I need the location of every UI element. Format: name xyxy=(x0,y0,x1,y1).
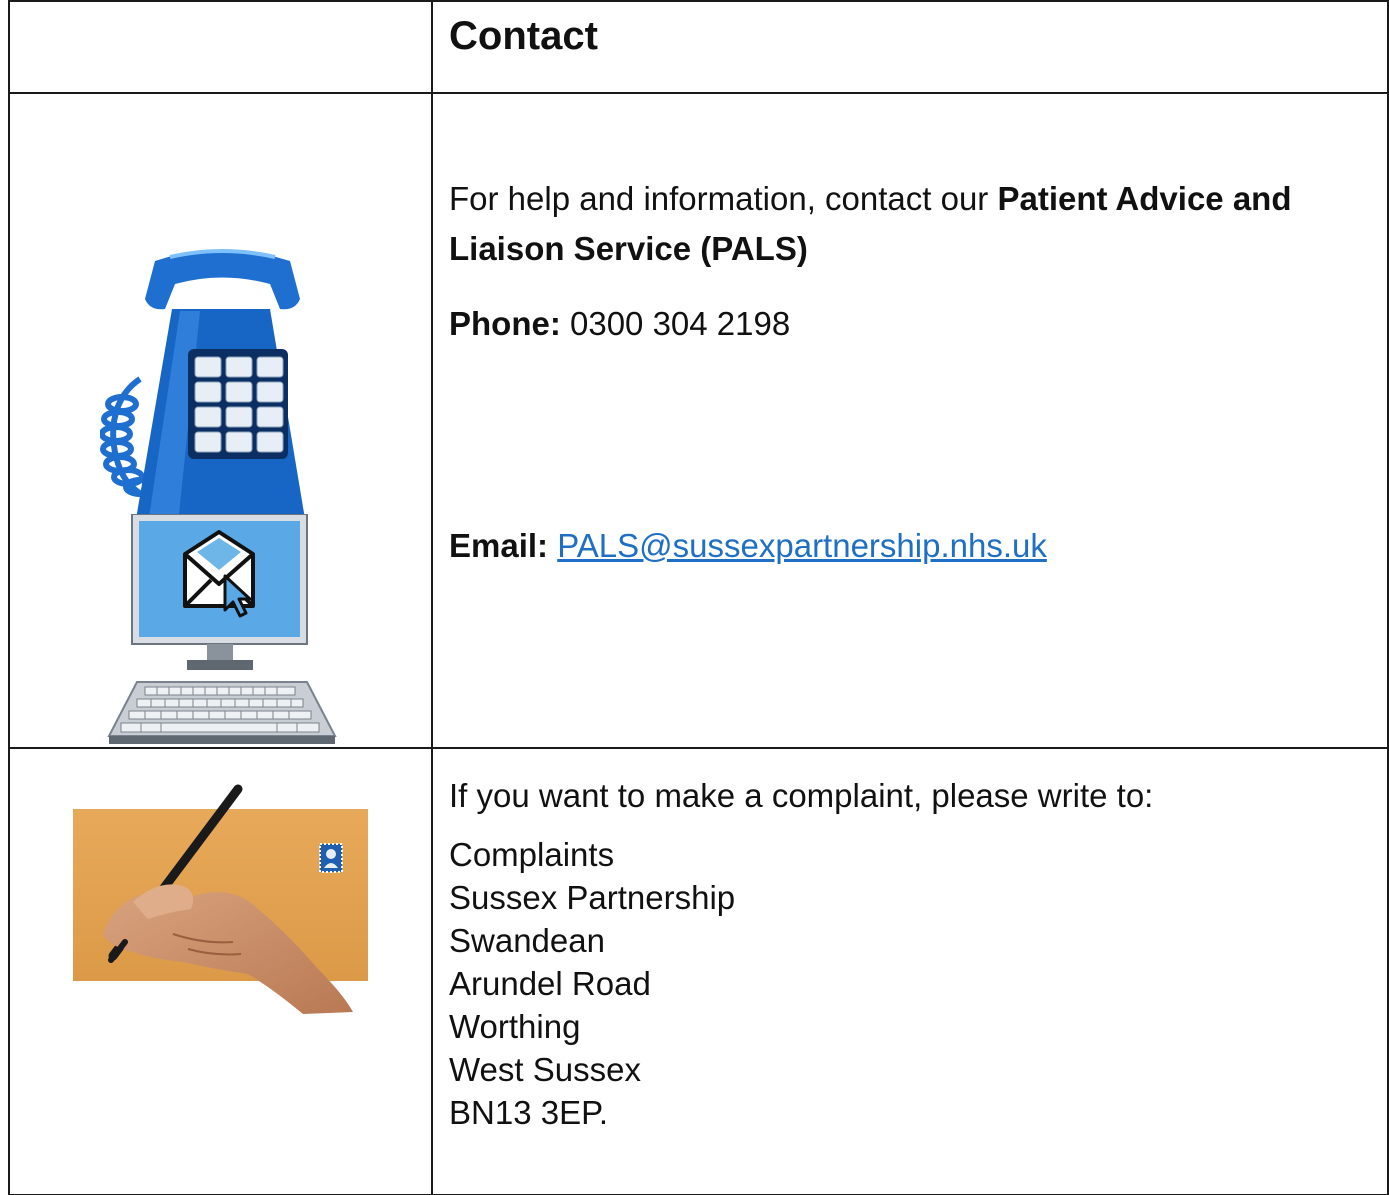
contact-table: Contact For help and information, contac… xyxy=(8,0,1389,1195)
pals-intro: For help and information, contact our Pa… xyxy=(449,174,1349,274)
address-line: Sussex Partnership xyxy=(449,879,736,916)
telephone-icon xyxy=(100,249,305,531)
address-line: Arundel Road xyxy=(449,965,651,1002)
pals-intro-text: For help and information, contact our xyxy=(449,180,998,217)
address-line: Worthing xyxy=(449,1008,581,1045)
phone-label: Phone: xyxy=(449,305,561,342)
pals-images-cell xyxy=(8,92,433,749)
complaints-row: If you want to make a complaint, please … xyxy=(8,747,1389,1195)
complaint-intro: If you want to make a complaint, please … xyxy=(449,777,1154,814)
phone-line: Phone: 0300 304 2198 xyxy=(449,299,790,349)
computer-email-icon xyxy=(107,514,337,744)
complaints-info-cell: If you want to make a complaint, please … xyxy=(431,747,1389,1195)
phone-number: 0300 304 2198 xyxy=(570,305,791,342)
complaints-image-cell xyxy=(8,747,433,1195)
email-label: Email: xyxy=(449,527,549,564)
address-line: West Sussex xyxy=(449,1051,641,1088)
hand-writing-letter-icon xyxy=(73,784,368,1014)
address-line: Swandean xyxy=(449,922,605,959)
header-left-cell xyxy=(8,0,433,94)
address-line: BN13 3EP. xyxy=(449,1094,609,1131)
header-right-cell: Contact xyxy=(431,0,1389,94)
pals-row: For help and information, contact our Pa… xyxy=(8,92,1389,749)
page-title: Contact xyxy=(449,14,598,58)
contact-page: Contact For help and information, contac… xyxy=(0,0,1389,1195)
address-line: Complaints xyxy=(449,836,615,873)
header-row: Contact xyxy=(8,0,1389,94)
complaints-address: Complaints Sussex Partnership Swandean A… xyxy=(449,833,735,1134)
pals-info-cell: For help and information, contact our Pa… xyxy=(431,92,1389,749)
email-link[interactable]: PALS@sussexpartnership.nhs.uk xyxy=(557,527,1047,564)
email-line: Email: PALS@sussexpartnership.nhs.uk xyxy=(449,521,1047,571)
